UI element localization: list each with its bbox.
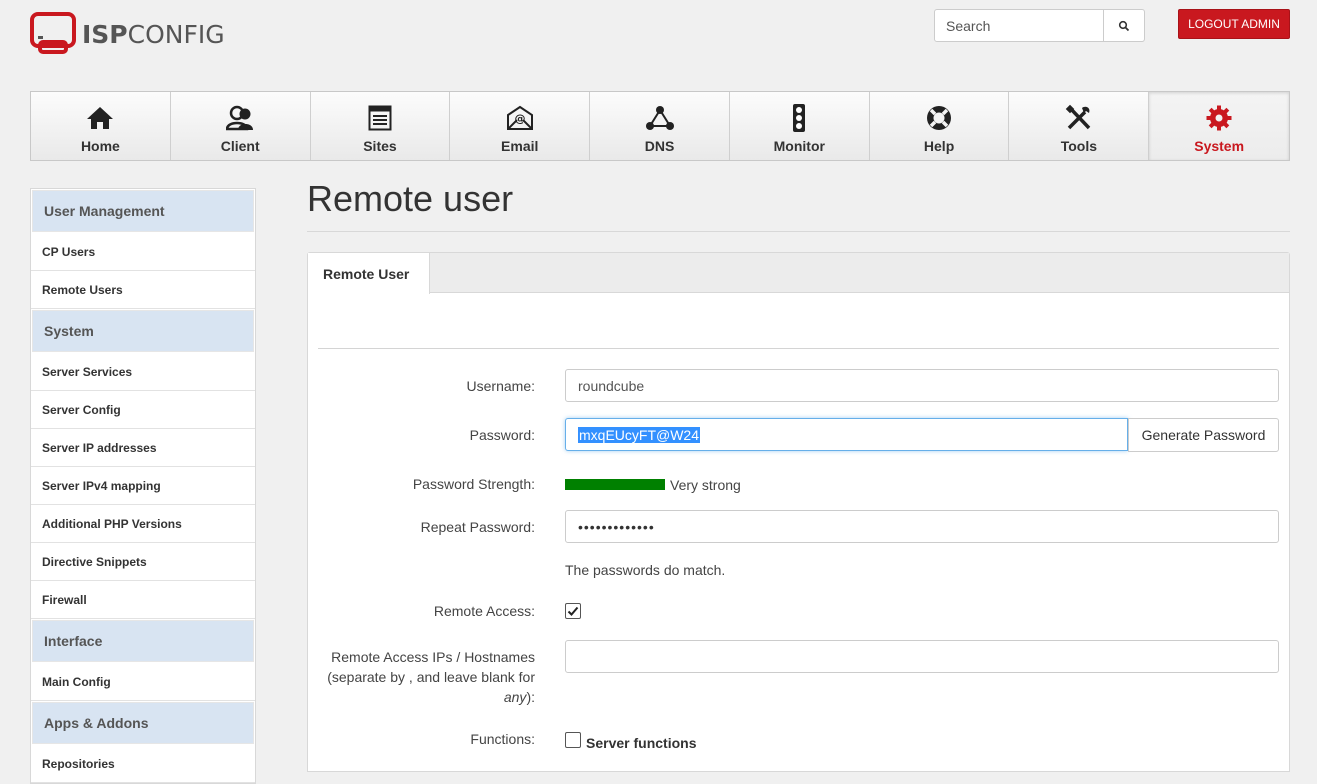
password-strength-text: Very strong xyxy=(670,477,741,493)
sidebar-item-directive-snippets[interactable]: Directive Snippets xyxy=(31,543,255,581)
generate-password-button[interactable]: Generate Password xyxy=(1128,418,1279,452)
sidebar-item-server-services[interactable]: Server Services xyxy=(31,353,255,391)
nav-label: DNS xyxy=(644,138,675,154)
remote-access-checkbox[interactable] xyxy=(565,603,581,619)
checkmark-icon xyxy=(567,606,579,616)
client-icon xyxy=(226,104,254,132)
sidebar-item-main-config[interactable]: Main Config xyxy=(31,663,255,701)
help-icon xyxy=(925,104,953,132)
sidebar-item-repositories[interactable]: Repositories xyxy=(31,745,255,783)
search-icon xyxy=(1118,20,1130,31)
password-value: mxqEUcyFT@W24 xyxy=(578,426,700,443)
password-match-text: The passwords do match. xyxy=(565,562,726,578)
sidebar: User Management CP Users Remote Users Sy… xyxy=(30,188,256,784)
nav-label: System xyxy=(1194,138,1245,154)
nav-email[interactable]: @ Email xyxy=(450,92,591,160)
sidebar-item-server-ip-addresses[interactable]: Server IP addresses xyxy=(31,429,255,467)
password-strength-bar xyxy=(565,479,665,490)
sidebar-item-server-ipv4-mapping[interactable]: Server IPv4 mapping xyxy=(31,467,255,505)
nav-label: Sites xyxy=(363,138,397,154)
nav-label: Monitor xyxy=(773,138,825,154)
sidebar-item-server-config[interactable]: Server Config xyxy=(31,391,255,429)
main-navigation: Home Client Sites @ Email DNS Monitor He… xyxy=(30,91,1290,161)
search-button[interactable] xyxy=(1104,9,1145,42)
functions-label: Functions: xyxy=(470,731,535,747)
nav-client[interactable]: Client xyxy=(171,92,311,160)
sidebar-item-firewall[interactable]: Firewall xyxy=(31,581,255,619)
sidebar-section-interface: Interface xyxy=(32,620,254,662)
remote-access-ips-label: Remote Access IPs / Hostnames (separate … xyxy=(327,649,535,705)
sidebar-section-user-management: User Management xyxy=(32,190,254,232)
sites-icon xyxy=(366,104,394,132)
tab-bar: Remote User xyxy=(308,253,1289,294)
remote-access-ips-field[interactable] xyxy=(565,640,1279,673)
page-title: Remote user xyxy=(307,178,514,219)
dns-icon xyxy=(645,104,674,132)
nav-label: Client xyxy=(220,138,260,154)
tab-remote-user[interactable]: Remote User xyxy=(308,253,430,294)
email-icon: @ xyxy=(506,104,534,132)
app-logo[interactable]: ISPCONFIG xyxy=(30,12,225,56)
sidebar-item-additional-php-versions[interactable]: Additional PHP Versions xyxy=(31,505,255,543)
nav-label: Help xyxy=(923,138,955,154)
nav-label: Email xyxy=(501,138,539,154)
search-box xyxy=(934,9,1145,42)
repeat-password-value: ••••••••••••• xyxy=(578,518,655,535)
search-input[interactable] xyxy=(934,9,1104,42)
logo-icon xyxy=(30,12,76,54)
gear-icon xyxy=(1205,104,1233,132)
form-panel: Remote User Username: roundcube Password… xyxy=(307,252,1290,772)
title-divider xyxy=(307,231,1290,232)
password-label: Password: xyxy=(469,427,535,443)
repeat-password-field[interactable]: ••••••••••••• xyxy=(565,510,1279,543)
nav-label: Home xyxy=(80,138,120,154)
monitor-icon xyxy=(785,104,813,132)
logout-button[interactable]: LOGOUT ADMIN xyxy=(1178,9,1290,39)
nav-dns[interactable]: DNS xyxy=(590,92,730,160)
sidebar-section-system: System xyxy=(32,310,254,352)
password-field[interactable]: mxqEUcyFT@W24 xyxy=(565,418,1128,451)
nav-home[interactable]: Home xyxy=(31,92,171,160)
form-divider xyxy=(318,348,1279,349)
nav-monitor[interactable]: Monitor xyxy=(730,92,870,160)
nav-sites[interactable]: Sites xyxy=(311,92,451,160)
password-strength-label: Password Strength: xyxy=(412,476,535,492)
logo-text: ISPCONFIG xyxy=(82,19,225,49)
home-icon xyxy=(86,104,114,132)
server-functions-label: Server functions xyxy=(586,735,697,751)
remote-access-label: Remote Access: xyxy=(433,603,535,619)
server-functions-checkbox[interactable] xyxy=(565,732,581,748)
svg-text:@: @ xyxy=(514,112,525,125)
username-label: Username: xyxy=(466,378,535,394)
nav-help[interactable]: Help xyxy=(870,92,1010,160)
sidebar-item-cp-users[interactable]: CP Users xyxy=(31,233,255,271)
nav-system[interactable]: System xyxy=(1149,92,1290,160)
nav-label: Tools xyxy=(1060,138,1097,154)
username-field[interactable]: roundcube xyxy=(565,369,1279,402)
sidebar-item-remote-users[interactable]: Remote Users xyxy=(31,271,255,309)
tools-icon xyxy=(1065,104,1093,132)
nav-tools[interactable]: Tools xyxy=(1009,92,1150,160)
username-value: roundcube xyxy=(578,377,645,394)
sidebar-section-apps-addons: Apps & Addons xyxy=(32,702,254,744)
repeat-password-label: Repeat Password: xyxy=(420,519,535,535)
